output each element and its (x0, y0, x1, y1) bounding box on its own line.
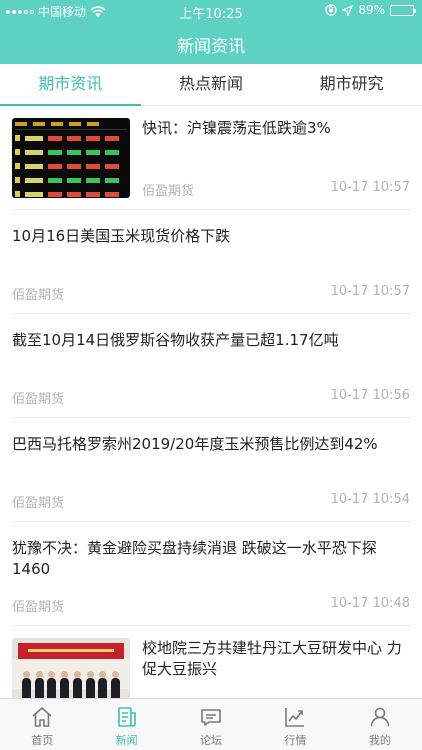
news-source: 佰盈期货 (12, 496, 65, 511)
news-source: 佰盈期货 (142, 184, 195, 199)
news-time: 10-17 10:57 (330, 180, 410, 195)
news-time: 10-17 10:57 (330, 284, 410, 299)
tab-label: 期市研究 (319, 74, 384, 93)
news-item[interactable]: 快讯：沪镍震荡走低跌逾3% 佰盈期货 10-17 10:57 (12, 106, 410, 210)
location-arrow-icon (342, 4, 354, 16)
status-right: 89% (325, 3, 416, 17)
news-meta: 佰盈期货 10-17 10:54 (12, 492, 410, 511)
nav-label: 新闻 (115, 734, 138, 747)
news-title: 10月16日美国玉米现货价格下跌 (12, 227, 231, 245)
forum-icon (201, 709, 221, 726)
app-header: 中国移动 上午10:25 89% 新闻资讯 (0, 0, 422, 64)
tab-futures-research[interactable]: 期市研究 (281, 64, 422, 105)
ceremony-photo-image (12, 638, 130, 698)
news-item[interactable]: 校地院三方共建牡丹江大豆研发中心 力促大豆振兴 (12, 626, 410, 698)
chart-icon (285, 708, 305, 727)
page-title: 新闻资讯 (177, 37, 245, 57)
news-item[interactable]: 截至10月14日俄罗斯谷物收获产量已超1.17亿吨 佰盈期货 10-17 10:… (12, 314, 410, 418)
nav-news[interactable]: 新闻 (84, 699, 168, 750)
news-meta: 佰盈期货 10-17 10:57 (142, 180, 410, 199)
tab-label: 热点新闻 (179, 74, 244, 93)
tab-label: 期市资讯 (38, 74, 103, 93)
battery-percent: 89% (358, 3, 385, 17)
home-icon (32, 707, 52, 727)
news-item[interactable]: 巴西马托格罗索州2019/20年度玉米预售比例达到42% 佰盈期货 10-17 … (12, 418, 410, 522)
nav-home[interactable]: 首页 (0, 699, 84, 750)
news-time: 10-17 10:56 (330, 388, 410, 403)
news-title: 截至10月14日俄罗斯谷物收获产量已超1.17亿吨 (12, 331, 339, 349)
nav-label: 我的 (368, 734, 391, 747)
tab-bar: 期市资讯 热点新闻 期市研究 (0, 64, 422, 106)
quote-screen-image (12, 118, 130, 198)
nav-market[interactable]: 行情 (253, 699, 337, 750)
news-time: 10-17 10:48 (330, 596, 410, 611)
tab-futures-news[interactable]: 期市资讯 (0, 64, 141, 106)
news-title: 快讯：沪镍震荡走低跌逾3% (142, 119, 331, 137)
bottom-nav: 首页 新闻 论坛 行情 我的 (0, 698, 422, 750)
news-list: 快讯：沪镍震荡走低跌逾3% 佰盈期货 10-17 10:57 10月16日美国玉… (0, 106, 422, 698)
news-title: 校地院三方共建牡丹江大豆研发中心 力促大豆振兴 (142, 639, 402, 678)
nav-label: 论坛 (200, 734, 223, 747)
news-item[interactable]: 犹豫不决：黄金避险买盘持续消退 跌破这一水平恐下探1460 佰盈期货 10-17… (12, 522, 410, 626)
battery-icon (390, 4, 416, 16)
news-meta: 佰盈期货 10-17 10:57 (12, 284, 410, 303)
news-time: 10-17 10:54 (330, 492, 410, 507)
news-source: 佰盈期货 (12, 600, 65, 615)
news-icon (117, 707, 136, 727)
nav-profile[interactable]: 我的 (338, 699, 422, 750)
news-meta: 佰盈期货 10-17 10:48 (12, 596, 410, 615)
user-icon (370, 707, 390, 727)
news-title: 犹豫不决：黄金避险买盘持续消退 跌破这一水平恐下探1460 (12, 539, 377, 578)
news-meta: 佰盈期货 10-17 10:56 (12, 388, 410, 407)
news-source: 佰盈期货 (12, 392, 65, 407)
orientation-lock-icon (325, 4, 337, 16)
nav-label: 行情 (284, 734, 307, 747)
news-item[interactable]: 10月16日美国玉米现货价格下跌 佰盈期货 10-17 10:57 (12, 210, 410, 314)
nav-label: 首页 (31, 734, 54, 747)
tab-hot-news[interactable]: 热点新闻 (141, 64, 282, 105)
nav-forum[interactable]: 论坛 (169, 699, 253, 750)
news-title: 巴西马托格罗索州2019/20年度玉米预售比例达到42% (12, 435, 378, 453)
status-bar: 中国移动 上午10:25 89% (0, 0, 422, 22)
news-source: 佰盈期货 (12, 288, 65, 303)
